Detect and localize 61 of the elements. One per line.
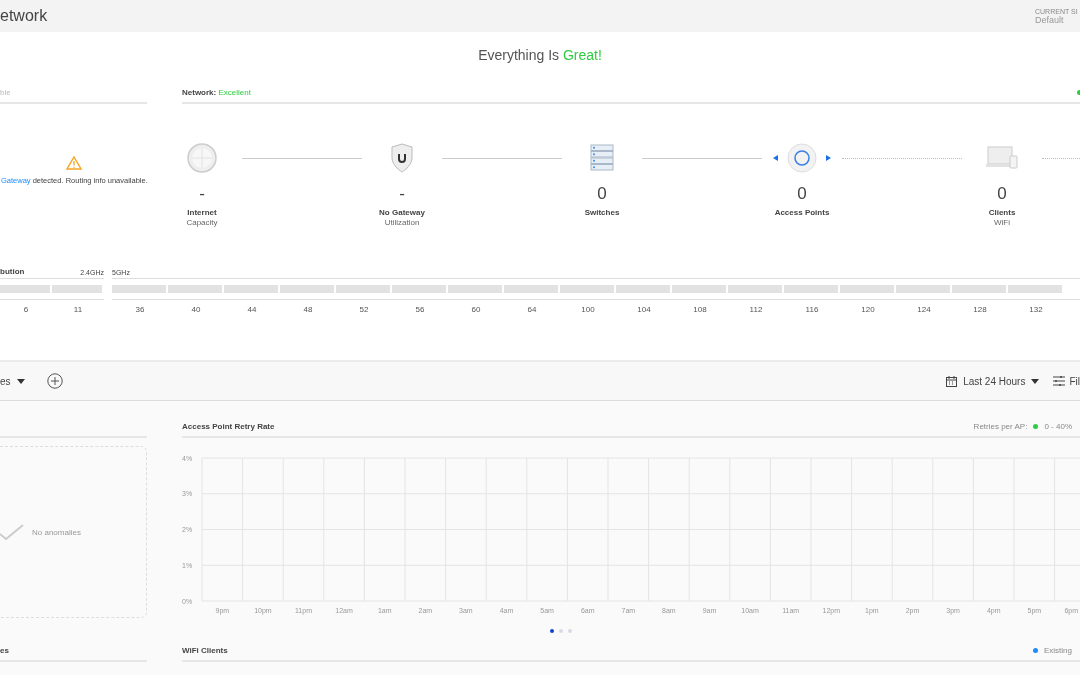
- channel-number: 48: [303, 305, 313, 314]
- device-count: 0: [797, 184, 807, 204]
- channel-number: 44: [247, 305, 257, 314]
- device-label: Switches: [584, 208, 620, 217]
- device-sublabel: Utilization: [384, 218, 420, 227]
- channel-number: 124: [917, 305, 931, 314]
- time-range-dropdown[interactable]: Last 24 Hours: [946, 375, 1040, 387]
- page-dot[interactable]: [568, 629, 572, 633]
- device-count: 0: [597, 184, 607, 204]
- device-label: Access Points: [774, 208, 830, 217]
- right-arrow-icon: [826, 155, 831, 161]
- section-title: es: [0, 646, 9, 655]
- access-point-icon[interactable]: [786, 142, 818, 174]
- section-title: WiFi Clients: [182, 646, 228, 655]
- empty-message: No anomalies: [32, 527, 81, 537]
- device-label: Internet: [187, 208, 217, 217]
- channel-number: 112: [749, 305, 763, 314]
- add-icon[interactable]: [46, 373, 63, 389]
- page-dot[interactable]: [550, 629, 554, 633]
- page-dot[interactable]: [559, 629, 563, 633]
- status-dot: [1077, 89, 1080, 95]
- channel-number: 6: [23, 305, 29, 314]
- status-headline: Everything Is Great!: [478, 47, 602, 63]
- channel-number: 56: [415, 305, 425, 314]
- globe-icon[interactable]: [186, 142, 218, 174]
- channel-number: 100: [581, 305, 595, 314]
- caret-icon: [16, 378, 25, 384]
- left-arrow-icon: [773, 155, 778, 161]
- warning-icon: [65, 156, 82, 170]
- page-title: etwork: [0, 7, 48, 25]
- channel-number: 60: [471, 305, 481, 314]
- sliders-icon: [1053, 376, 1066, 386]
- checkmark-icon: [0, 524, 24, 540]
- caret-icon: [1031, 378, 1040, 384]
- device-sublabel: WiFi: [994, 218, 1010, 227]
- view-selector[interactable]: es: [0, 375, 25, 387]
- channel-number: 40: [191, 305, 201, 314]
- channel-number: 104: [637, 305, 651, 314]
- section-title: bution: [0, 267, 25, 276]
- filter-button[interactable]: Fil: [1053, 375, 1080, 387]
- device-label: No Gateway: [379, 208, 425, 217]
- channel-number: 120: [861, 305, 875, 314]
- channel-number: 11: [73, 305, 83, 314]
- legend-label: 0 - 40%: [1044, 422, 1072, 431]
- device-sublabel: Capacity: [186, 218, 218, 227]
- legend-label: Existing: [1044, 646, 1072, 655]
- device-count: -: [199, 184, 205, 204]
- network-quality: Network: Excellent: [182, 87, 251, 97]
- channel-number: 128: [973, 305, 987, 314]
- calendar-icon: [946, 375, 958, 387]
- channel-number: 36: [135, 305, 145, 314]
- legend-label: Retries per AP:: [973, 422, 1028, 431]
- channel-number: 132: [1029, 305, 1043, 314]
- device-label: Clients: [988, 208, 1016, 217]
- device-count: 0: [997, 184, 1007, 204]
- device-count: -: [399, 184, 405, 204]
- channel-number: 116: [805, 305, 819, 314]
- channel-number: 64: [527, 305, 537, 314]
- channel-number: 108: [693, 305, 707, 314]
- chart-title: Access Point Retry Rate: [182, 422, 275, 431]
- channel-number: 52: [359, 305, 369, 314]
